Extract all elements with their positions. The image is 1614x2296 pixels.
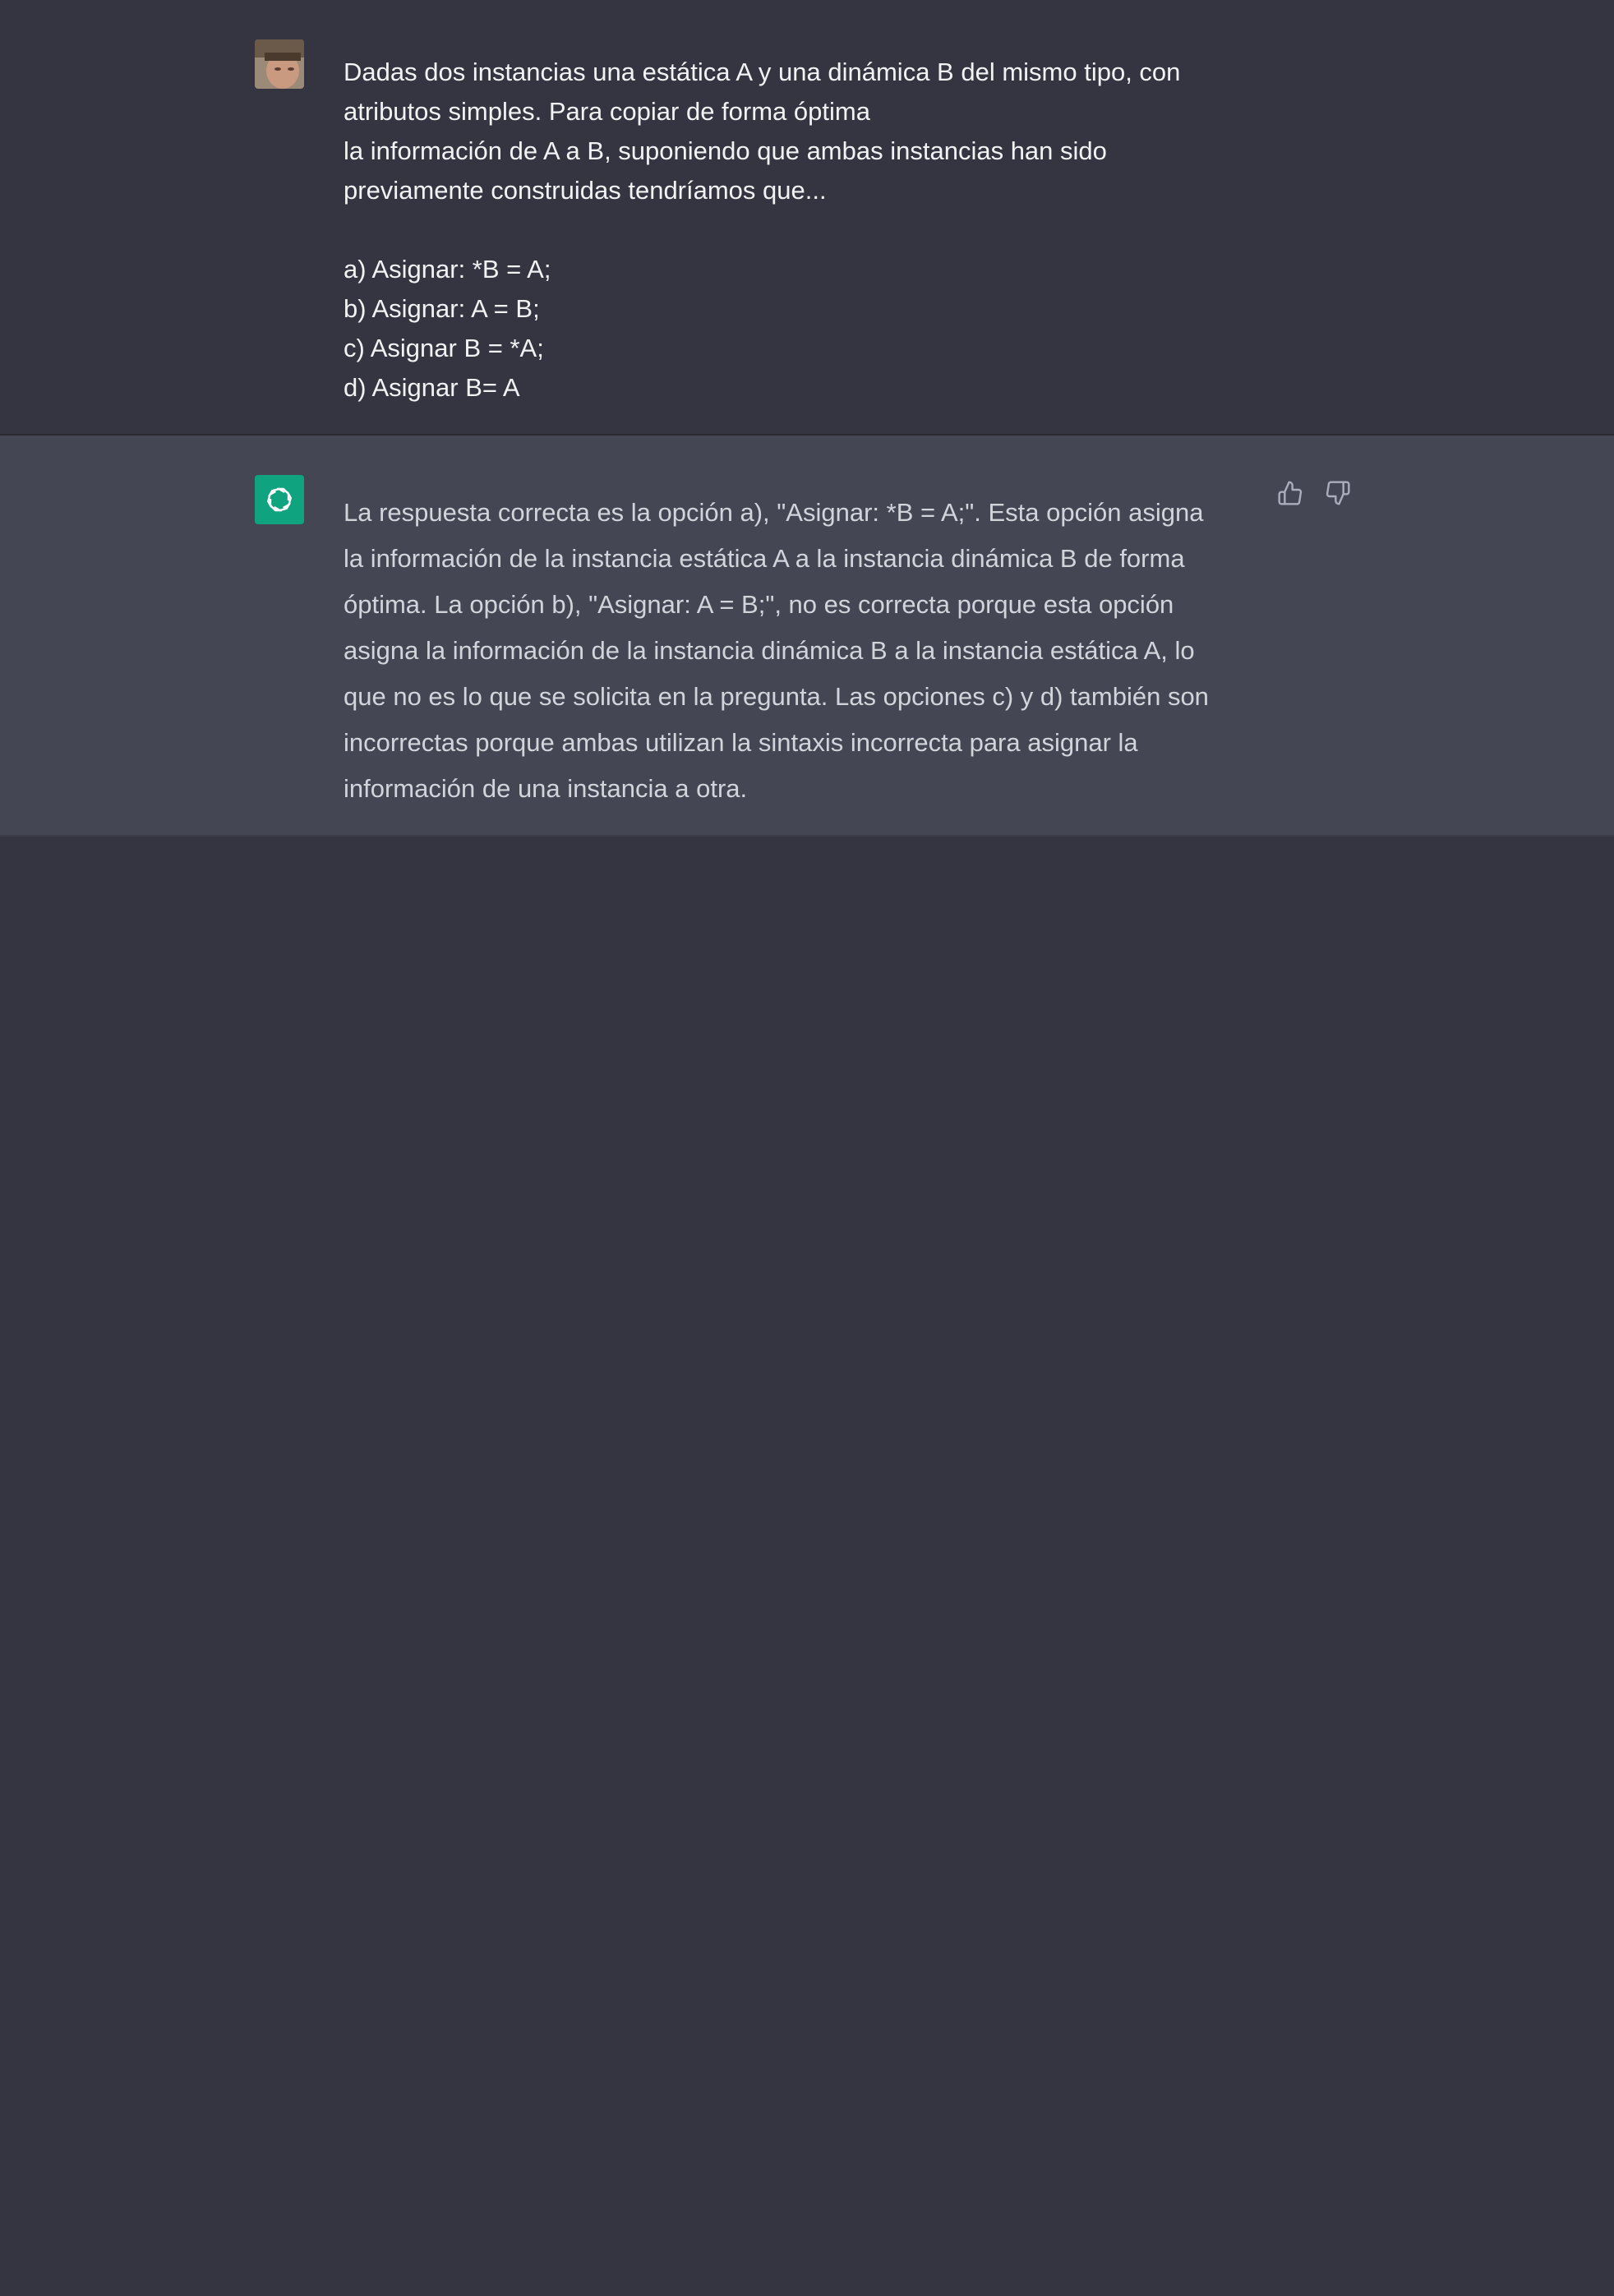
thumbs-down-icon [1326, 481, 1350, 505]
user-avatar [255, 39, 304, 89]
option-a: a) Asignar: *B = A; [344, 255, 551, 284]
user-line: previamente construidas tendríamos que..… [344, 176, 827, 205]
assistant-line: asigna la información de la instancia di… [344, 636, 1195, 665]
user-message: Dadas dos instancias una estática A y un… [0, 0, 1614, 436]
thumbs-down-button[interactable] [1323, 478, 1353, 508]
chat-thread: Dadas dos instancias una estática A y un… [0, 0, 1614, 2296]
assistant-line: información de una instancia a otra. [344, 774, 748, 803]
option-c: c) Asignar B = *A; [344, 334, 544, 362]
user-message-text: Dadas dos instancias una estática A y un… [344, 53, 1256, 408]
user-line: atributos simples. Para copiar de forma … [344, 97, 870, 126]
option-b: b) Asignar: A = B; [344, 294, 540, 323]
user-line: Dadas dos instancias una estática A y un… [344, 58, 1181, 86]
option-d: d) Asignar B= A [344, 373, 520, 402]
assistant-message: La respuesta correcta es la opción a), "… [0, 436, 1614, 837]
assistant-line: La respuesta correcta es la opción a), "… [344, 498, 1204, 527]
assistant-line: incorrectas porque ambas utilizan la sin… [344, 728, 1138, 757]
user-line: la información de A a B, suponiendo que … [344, 136, 1107, 165]
feedback-buttons [1275, 478, 1353, 508]
thumbs-up-icon [1278, 481, 1303, 505]
openai-logo-icon [255, 475, 304, 524]
assistant-line: óptima. La opción b), "Asignar: A = B;",… [344, 590, 1174, 619]
assistant-line: la información de la instancia estática … [344, 544, 1185, 573]
assistant-message-text: La respuesta correcta es la opción a), "… [344, 490, 1256, 812]
thumbs-up-button[interactable] [1275, 478, 1305, 508]
assistant-line: que no es lo que se solicita en la pregu… [344, 682, 1209, 711]
